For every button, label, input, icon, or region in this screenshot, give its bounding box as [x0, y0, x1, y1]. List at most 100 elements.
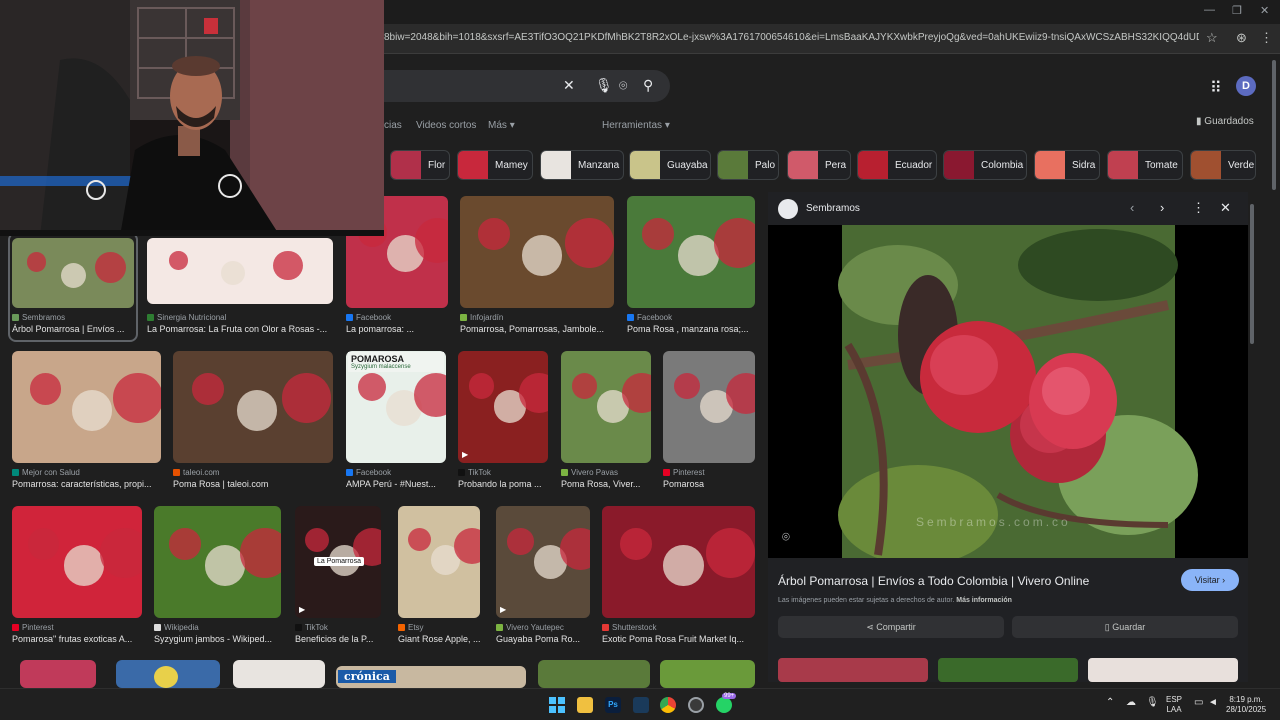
image-result[interactable]: Infojardín Pomarrosa, Pomarrosas, Jambole…	[460, 196, 614, 338]
volume-icon[interactable]: ◄	[1208, 698, 1218, 708]
search-icon[interactable]: ⚲	[643, 77, 653, 94]
related-chip[interactable]: Flor	[390, 150, 450, 180]
related-chip[interactable]: Pera	[787, 150, 851, 180]
result-source[interactable]: Vivero Pavas	[561, 468, 651, 477]
more-options-icon[interactable]: ⋮	[1192, 200, 1205, 216]
image-result[interactable]: ▶ TikTok Beneficios de la P...	[295, 506, 381, 648]
partial-thumb[interactable]	[20, 660, 96, 688]
image-result[interactable]: Sinergia Nutricional La Pomarrosa: La Fru…	[147, 238, 333, 338]
result-title[interactable]: Pomarosa" frutas exoticas A...	[12, 634, 146, 644]
voice-search-icon[interactable]: 🎙	[595, 77, 613, 94]
result-source[interactable]: Pinterest	[663, 468, 755, 477]
result-title[interactable]: Pomarrosa: características, propi...	[12, 479, 165, 489]
chevron-up-icon[interactable]: ⌃	[1106, 698, 1114, 708]
result-title[interactable]: Giant Rose Apple, ...	[398, 634, 484, 644]
image-result[interactable]: taleoi.com Poma Rosa | taleoi.com	[173, 351, 333, 493]
result-source[interactable]: Shutterstock	[602, 623, 755, 632]
next-image-icon[interactable]: ›	[1160, 200, 1164, 215]
previous-image-icon[interactable]: ‹	[1130, 200, 1134, 215]
result-source[interactable]: Mejor con Salud	[12, 468, 161, 477]
related-image[interactable]	[778, 658, 928, 682]
result-title[interactable]: Poma Rosa | taleoi.com	[173, 479, 337, 489]
result-source[interactable]: TikTok	[295, 623, 381, 632]
tab-news[interactable]: cias	[384, 120, 402, 131]
result-thumbnail[interactable]	[663, 351, 755, 463]
image-result[interactable]: ▶ TikTok Probando la poma ...	[458, 351, 548, 493]
chrome-icon[interactable]	[660, 697, 676, 713]
related-image[interactable]	[938, 658, 1078, 682]
tab-more[interactable]: Más ▾	[488, 120, 515, 131]
saved-button[interactable]: ▮ Guardados	[1196, 116, 1254, 127]
search-input[interactable]: ✕ 🎙 ⌾ ⚲	[360, 70, 670, 102]
result-title[interactable]: Poma Rosa, Viver...	[561, 479, 655, 489]
related-image[interactable]	[1088, 658, 1238, 682]
result-thumbnail[interactable]: ▶	[458, 351, 548, 463]
result-thumbnail[interactable]	[398, 506, 480, 618]
result-title[interactable]: Pomarosa	[663, 479, 759, 489]
result-title[interactable]: La Pomarrosa: La Fruta con Olor a Rosas …	[147, 324, 337, 334]
result-thumbnail[interactable]: ▶	[496, 506, 590, 618]
partial-thumb[interactable]	[538, 660, 650, 688]
related-chip[interactable]: Palo	[717, 150, 779, 180]
menu-kebab-icon[interactable]: ⋮	[1260, 30, 1273, 46]
result-source[interactable]: Sinergia Nutricional	[147, 313, 333, 322]
tab-short-videos[interactable]: Videos cortos	[416, 120, 476, 131]
related-chip[interactable]: Sidra	[1034, 150, 1100, 180]
result-thumbnail[interactable]	[561, 351, 651, 463]
extensions-icon[interactable]: ⊛	[1236, 30, 1247, 46]
more-info-link[interactable]: Más información	[956, 597, 1012, 604]
result-thumbnail[interactable]	[147, 238, 333, 304]
lens-icon[interactable]: ⌾	[782, 529, 790, 545]
result-thumbnail[interactable]	[12, 351, 161, 463]
related-chip[interactable]: Mamey	[457, 150, 533, 180]
related-chip[interactable]: Ecuador	[857, 150, 937, 180]
result-title[interactable]: Pomarrosa, Pomarrosas, Jambole...	[460, 324, 618, 334]
preview-image[interactable]: Sembramos.com.co ⌾	[768, 225, 1248, 565]
close-window-button[interactable]: ✕	[1260, 4, 1269, 17]
visit-button[interactable]: Visitar ›	[1181, 569, 1239, 591]
image-result[interactable]: Pinterest Pomarosa	[663, 351, 755, 493]
clear-search-icon[interactable]: ✕	[563, 77, 575, 94]
result-source[interactable]: Etsy	[398, 623, 480, 632]
image-result[interactable]: Etsy Giant Rose Apple, ...	[398, 506, 481, 648]
obs-icon[interactable]	[688, 697, 704, 713]
result-thumbnail[interactable]	[602, 506, 755, 618]
panel-image-title[interactable]: Árbol Pomarrosa | Envíos a Todo Colombia…	[778, 574, 1089, 588]
image-result[interactable]: ▶ Vivero Yautepec Guayaba Poma Ro...	[496, 506, 590, 648]
account-avatar[interactable]: D	[1236, 76, 1256, 96]
clock[interactable]: 8:19 p.m. 28/10/2025	[1226, 695, 1266, 715]
restore-button[interactable]: ❐	[1232, 4, 1242, 17]
capture-app-icon[interactable]	[633, 697, 649, 713]
result-thumbnail[interactable]	[154, 506, 281, 618]
result-title[interactable]: La pomarrosa: ...	[346, 324, 452, 334]
result-source[interactable]: Infojardín	[460, 313, 614, 322]
partial-thumb[interactable]	[233, 660, 325, 688]
result-source[interactable]: Facebook	[346, 313, 448, 322]
result-title[interactable]: Exotic Poma Rosa Fruit Market Iq...	[602, 634, 759, 644]
bookmark-star-icon[interactable]: ☆	[1206, 30, 1218, 46]
result-source[interactable]: Facebook	[346, 468, 446, 477]
image-result[interactable]: Mejor con Salud Pomarrosa: característica…	[12, 351, 161, 493]
panel-scrollbar[interactable]	[1250, 204, 1254, 344]
result-title[interactable]: Beneficios de la P...	[295, 634, 385, 644]
result-title[interactable]: Probando la poma ...	[458, 479, 552, 489]
image-result[interactable]: Shutterstock Exotic Poma Rosa Fruit Marke…	[602, 506, 755, 648]
image-result[interactable]: Facebook Poma Rosa , manzana rosa;...	[627, 196, 755, 338]
url-text[interactable]: 8biw=2048&bih=1018&sxsrf=AE3TifO3OQ21PKD…	[384, 32, 1199, 43]
microphone-icon[interactable]: 🎙	[1146, 698, 1159, 708]
related-chip[interactable]: Colombia	[943, 150, 1027, 180]
result-title[interactable]: Syzygium jambos - Wikiped...	[154, 634, 285, 644]
panel-site-name[interactable]: Sembramos	[806, 203, 860, 214]
tools-button[interactable]: Herramientas ▾	[602, 120, 670, 131]
result-thumbnail[interactable]	[173, 351, 333, 463]
partial-thumb[interactable]	[116, 660, 220, 688]
result-source[interactable]: Wikipedia	[154, 623, 281, 632]
network-icon[interactable]: ▭	[1194, 698, 1203, 708]
result-source[interactable]: Pinterest	[12, 623, 142, 632]
partial-thumb[interactable]	[660, 660, 755, 688]
minimize-button[interactable]: —	[1204, 4, 1215, 16]
photoshop-icon[interactable]: Ps	[605, 697, 621, 713]
result-source[interactable]: taleoi.com	[173, 468, 333, 477]
image-result[interactable]: Wikipedia Syzygium jambos - Wikiped...	[154, 506, 281, 648]
whatsapp-icon[interactable]	[716, 697, 732, 713]
